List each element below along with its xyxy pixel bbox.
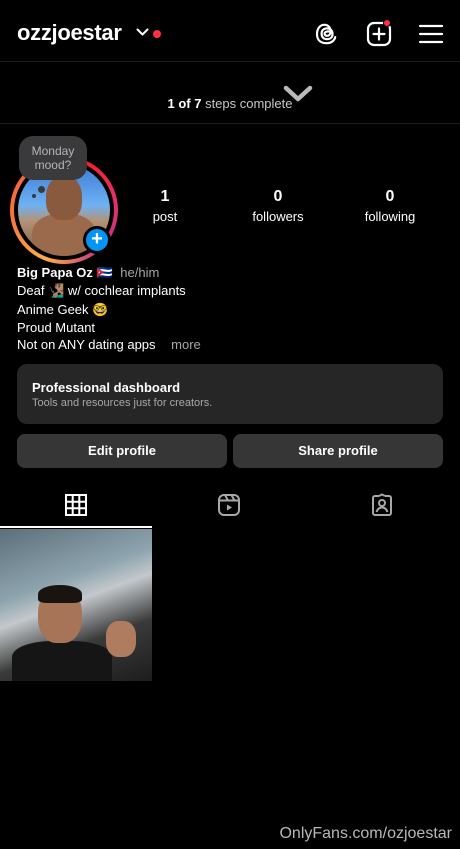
chevron-down-icon[interactable] [282,84,314,104]
nerd-face-emoji: 🤓 [92,302,109,318]
deaf-person-emoji: 🧏🏽‍♂️ [48,284,65,300]
tab-reels[interactable] [153,490,305,528]
threads-icon[interactable] [313,20,341,48]
tagged-icon [372,493,392,516]
notification-dot [153,30,161,38]
professional-dashboard[interactable]: Professional dashboard Tools and resourc… [17,364,443,424]
followers-count[interactable]: 0 followers [228,188,328,224]
reels-icon [218,494,240,516]
add-story-button[interactable]: + [83,226,111,254]
tab-posts[interactable] [0,490,152,528]
steps-progress-text: 1 of 7 steps complete [167,96,293,111]
profile-steps-banner[interactable]: 1 of 7 steps complete [0,62,460,124]
cuba-flag: 🇨🇺 [96,266,113,281]
posts-count[interactable]: 1 post [115,188,215,224]
top-bar: ozzjoestar [0,0,460,62]
grid-post[interactable] [0,529,152,681]
chevron-down-icon[interactable] [136,27,149,37]
account-switcher[interactable]: ozzjoestar [17,20,122,46]
pronouns: he/him [120,265,160,280]
display-name: Big Papa Oz [17,265,93,280]
bio: Big Papa Oz 🇨🇺 he/him Deaf 🧏🏽‍♂️ w/ coch… [17,265,201,353]
bio-more-link[interactable]: more [171,337,201,352]
tab-tagged[interactable] [306,490,458,528]
share-profile-button[interactable]: Share profile [233,434,443,468]
edit-profile-button[interactable]: Edit profile [17,434,227,468]
menu-icon[interactable] [417,20,445,48]
create-notification-dot [383,19,391,27]
note-bubble[interactable]: Monday mood? [19,136,87,180]
grid-icon [65,494,87,516]
watermark: OnlyFans.com/ozjoestar [279,825,452,842]
following-count[interactable]: 0 following [340,188,440,224]
